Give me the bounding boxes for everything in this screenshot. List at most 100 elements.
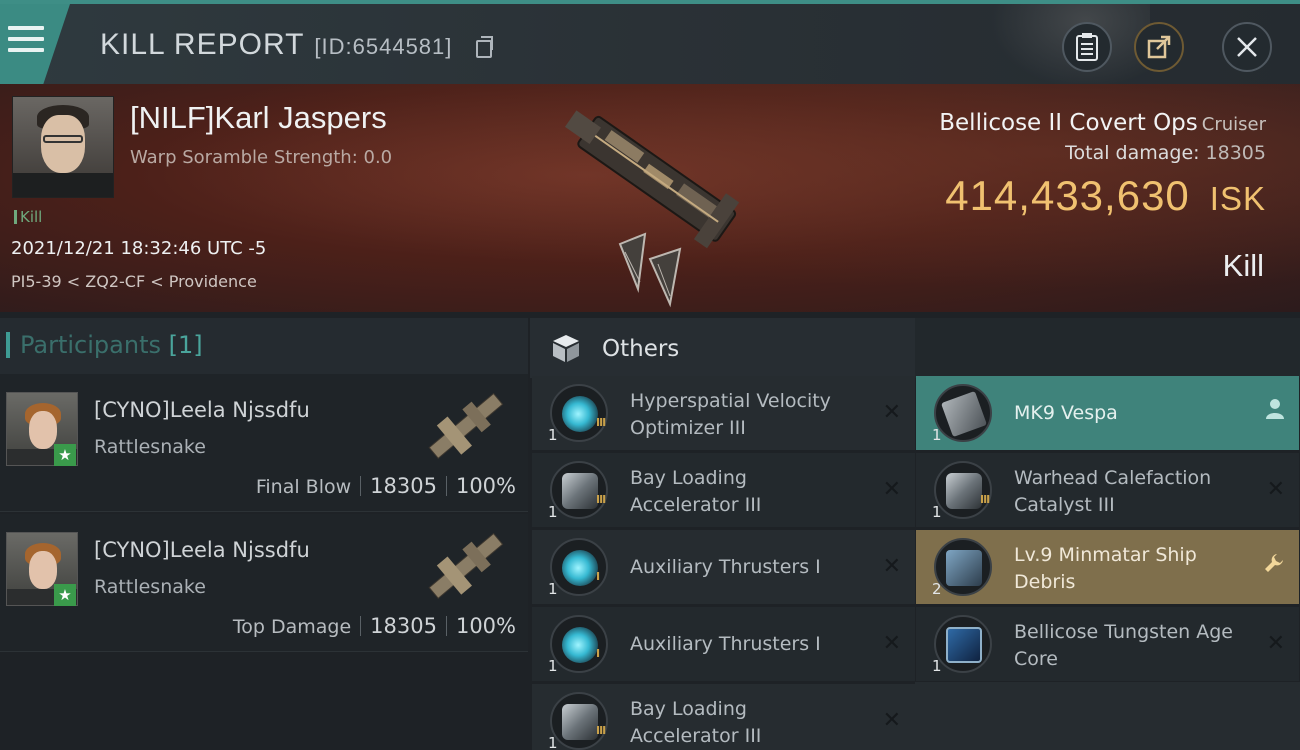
result-label: Kill <box>1222 248 1264 283</box>
tier-label: I <box>596 647 600 660</box>
empty-slot <box>915 682 1300 750</box>
tier-label: III <box>596 493 606 506</box>
victim-name[interactable]: [NILF]Karl Jaspers <box>130 100 387 136</box>
wrench-icon <box>1263 552 1285 580</box>
metal-module-icon <box>550 692 608 750</box>
item-quantity: 1 <box>548 503 558 521</box>
victim-banner: [NILF]Karl Jaspers Warp Soramble Strengt… <box>0 84 1300 312</box>
destroyed-x-icon: ✕ <box>882 477 901 502</box>
victim-ship-image[interactable] <box>520 84 760 310</box>
destroyed-x-icon: ✕ <box>882 554 901 579</box>
participant-row[interactable]: ★ [CYNO]Leela Njssdfu Rattlesnake Top Da… <box>0 514 528 652</box>
clipboard-icon <box>1076 33 1098 61</box>
item-name: Auxiliary Thrusters I <box>630 633 821 655</box>
page-title: KILL REPORT [ID:6544581] <box>100 28 452 62</box>
participant-name[interactable]: [CYNO]Leela Njssdfu <box>94 538 310 562</box>
damage-percent: 100% <box>455 614 516 638</box>
kill-datetime: 2021/12/21 18:32:46 UTC -5 <box>11 238 267 259</box>
participant-ship: Rattlesnake <box>94 576 206 598</box>
menu-icon[interactable] <box>8 26 44 56</box>
destroyed-x-icon: ✕ <box>882 708 901 733</box>
item-row[interactable]: I 1 Auxiliary Thrusters I ✕ <box>532 530 915 604</box>
item-quantity: 1 <box>548 734 558 750</box>
close-button[interactable] <box>1222 22 1272 72</box>
title-text: KILL REPORT <box>100 28 305 61</box>
others-header-fill <box>915 318 1300 378</box>
item-row[interactable]: III 1 Bay Loading Accelerator III ✕ <box>532 684 915 750</box>
item-name: Bay Loading Accelerator III <box>630 698 762 747</box>
damage-value: 18305 <box>370 614 437 638</box>
drone-icon <box>934 384 992 442</box>
item-quantity: 2 <box>932 580 942 598</box>
stat-label: Top Damage <box>232 616 352 638</box>
cyan-sphere-icon <box>550 538 608 596</box>
destroyed-x-icon: ✕ <box>1266 477 1285 502</box>
item-row[interactable]: 1 MK9 Vespa <box>916 376 1299 450</box>
isk-value: 414,433,630 ISK <box>945 172 1266 220</box>
destroyed-x-icon: ✕ <box>882 631 901 656</box>
warp-scramble-strength: Warp Soramble Strength: 0.0 <box>130 147 393 168</box>
item-row[interactable]: I 1 Auxiliary Thrusters I ✕ <box>532 607 915 681</box>
item-quantity: 1 <box>932 426 942 444</box>
participant-ship: Rattlesnake <box>94 436 206 458</box>
destroyed-x-icon: ✕ <box>1266 631 1285 656</box>
item-row[interactable]: III 1 Bay Loading Accelerator III ✕ <box>532 453 915 527</box>
item-row[interactable]: 1 Bellicose Tungsten Age Core ✕ <box>916 607 1299 681</box>
victim-ship-name[interactable]: Bellicose II Covert Ops Cruiser <box>939 110 1266 136</box>
item-quantity: 1 <box>932 503 942 521</box>
damage-percent: 100% <box>455 474 516 498</box>
section-accent-bar <box>6 332 10 358</box>
participants-header[interactable]: Participants [1] <box>0 318 528 374</box>
participant-row[interactable]: ★ [CYNO]Leela Njssdfu Rattlesnake Final … <box>0 374 528 512</box>
stat-label: Final Blow <box>255 476 352 498</box>
others-header: Others <box>530 318 915 378</box>
total-damage: Total damage: 18305 <box>1065 142 1266 164</box>
item-row[interactable]: III 1 Hyperspatial Velocity Optimizer II… <box>532 376 915 450</box>
share-icon <box>1147 35 1171 59</box>
item-name: MK9 Vespa <box>1014 402 1118 424</box>
item-row[interactable]: III 1 Warhead Calefaction Catalyst III ✕ <box>916 453 1299 527</box>
report-id: [ID:6544581] <box>314 34 453 59</box>
kill-location[interactable]: PI5-39 < ZQ2-CF < Providence <box>11 272 257 291</box>
report-button[interactable] <box>1062 22 1112 72</box>
isk-amount: 414,433,630 <box>945 172 1190 219</box>
close-icon <box>1237 37 1257 57</box>
metal-module-icon <box>934 461 992 519</box>
participants-label: Participants <box>20 331 161 359</box>
copy-icon[interactable] <box>476 36 493 58</box>
participant-name[interactable]: [CYNO]Leela Njssdfu <box>94 398 310 422</box>
item-name: Warhead Calefaction Catalyst III <box>1014 467 1212 516</box>
total-damage-value: 18305 <box>1205 142 1266 164</box>
person-icon <box>1265 398 1285 426</box>
item-name: Auxiliary Thrusters I <box>630 556 821 578</box>
participants-title: Participants [1] <box>20 331 203 359</box>
star-icon: ★ <box>54 444 76 466</box>
participant-ship-image[interactable] <box>415 378 515 474</box>
victim-portrait[interactable] <box>12 96 114 198</box>
item-name: Bellicose Tungsten Age Core <box>1014 621 1233 670</box>
participant-stats: Final Blow 18305 100% <box>256 474 516 498</box>
metal-module-icon <box>550 461 608 519</box>
ship-class: Cruiser <box>1201 114 1266 135</box>
others-label: Others <box>602 336 680 362</box>
damage-value: 18305 <box>370 474 437 498</box>
cyan-sphere-icon <box>550 615 608 673</box>
share-button[interactable] <box>1134 22 1184 72</box>
tier-label: I <box>596 570 600 583</box>
kill-report-screen: KILL REPORT [ID:6544581] [NILF]Karl Jaspe… <box>0 0 1300 750</box>
ship-name-text: Bellicose II Covert Ops <box>939 110 1198 136</box>
participants-count: [1] <box>168 331 203 359</box>
header-bar: KILL REPORT [ID:6544581] <box>0 0 1300 88</box>
participant-ship-image[interactable] <box>415 518 515 614</box>
item-row[interactable]: 2 Lv.9 Minmatar Ship Debris <box>916 530 1299 604</box>
item-name: Lv.9 Minmatar Ship Debris <box>1014 544 1197 593</box>
tier-label: III <box>596 724 606 737</box>
kill-tag: Kill <box>14 208 42 226</box>
core-icon <box>934 615 992 673</box>
debris-icon <box>934 538 992 596</box>
cube-icon <box>553 335 579 362</box>
isk-unit: ISK <box>1209 180 1266 217</box>
item-quantity: 1 <box>548 426 558 444</box>
item-name: Bay Loading Accelerator III <box>630 467 762 516</box>
participant-stats: Top Damage 18305 100% <box>233 614 516 638</box>
